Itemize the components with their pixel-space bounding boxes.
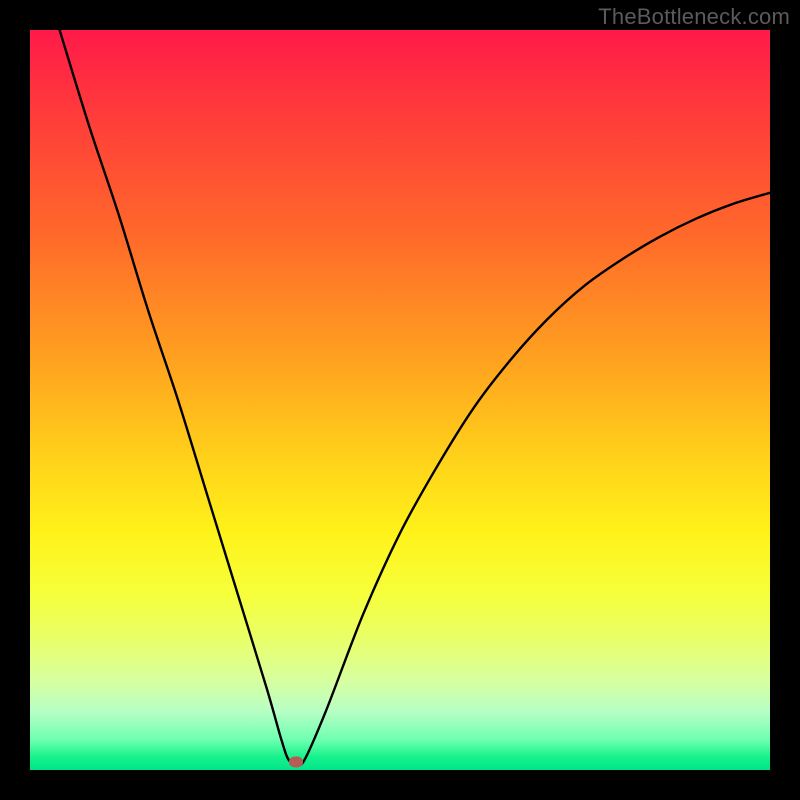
plot-area <box>30 30 770 770</box>
bottleneck-curve <box>60 30 770 765</box>
curve-svg <box>30 30 770 770</box>
minimum-marker <box>289 756 303 767</box>
watermark-text: TheBottleneck.com <box>598 4 790 30</box>
chart-stage: TheBottleneck.com <box>0 0 800 800</box>
